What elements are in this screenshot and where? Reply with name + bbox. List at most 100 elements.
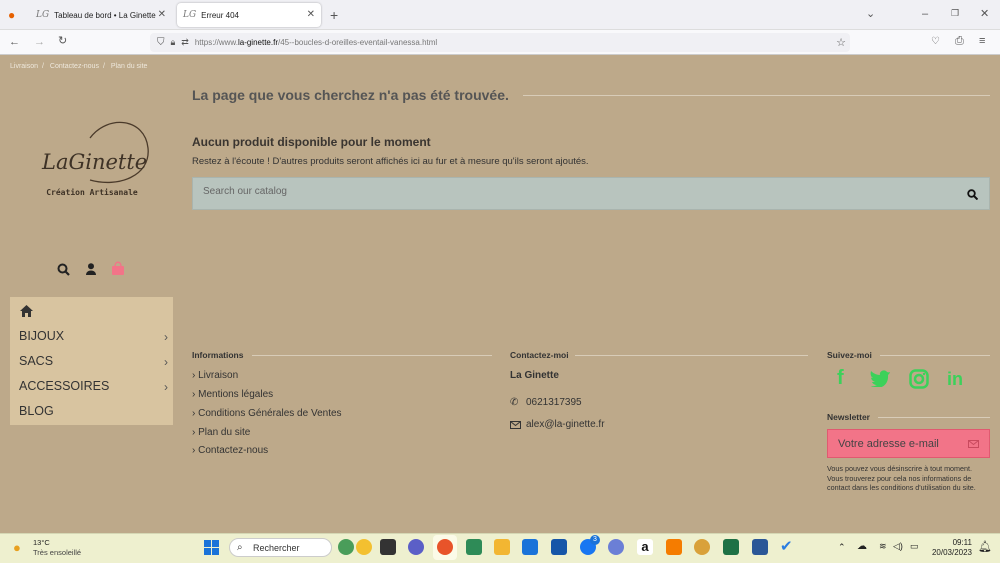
calendar-icon[interactable] <box>551 539 567 555</box>
app-icon[interactable] <box>608 539 624 555</box>
photos-icon[interactable] <box>466 539 482 555</box>
contact-phone[interactable]: 0621317395 <box>526 397 582 408</box>
restore-icon[interactable]: ❐ <box>951 9 959 18</box>
search-icon[interactable] <box>57 263 70 276</box>
footer-link[interactable]: › Contactez-nous <box>192 445 268 456</box>
widgets-icon[interactable] <box>338 539 354 555</box>
logo-name: LaGinette <box>42 150 148 174</box>
footer-divider <box>575 355 808 356</box>
newsletter-title: Newsletter <box>827 412 870 422</box>
page-title: La page que vous cherchez n'a pas été tr… <box>192 87 509 103</box>
shield-icon[interactable]: ⛉ <box>157 37 165 48</box>
volume-icon[interactable]: ◁) <box>893 541 903 552</box>
chevron-right-icon[interactable]: › <box>164 330 168 344</box>
taskbar-search-label: Rechercher <box>253 543 300 553</box>
logo-tagline: Création Artisanale <box>46 188 138 197</box>
tab-list-icon[interactable]: ⌄ <box>866 9 875 20</box>
newsletter-email-input[interactable]: Votre adresse e-mail <box>827 429 990 458</box>
main-menu: BIJOUX › SACS › ACCESSOIRES › BLOG <box>10 297 173 425</box>
menu-item-sacs[interactable]: SACS <box>19 354 53 368</box>
bookmark-star-icon[interactable]: ☆ <box>836 36 846 49</box>
linkedin-icon[interactable]: in <box>947 369 963 390</box>
newsletter-placeholder: Votre adresse e-mail <box>838 438 939 450</box>
search-input[interactable] <box>203 186 903 197</box>
pocket-icon[interactable]: ♡ <box>931 37 940 47</box>
lock-icon[interactable]: 🔒︎ <box>171 37 176 48</box>
file-explorer-icon[interactable] <box>494 539 510 555</box>
close-tab-icon[interactable]: ✕ <box>158 9 166 20</box>
site-logo[interactable]: LaGinette Création Artisanale <box>30 110 160 200</box>
onedrive-icon[interactable]: ☁ <box>857 541 867 552</box>
contact-name: La Ginette <box>510 370 559 381</box>
footer-link[interactable]: › Livraison <box>192 370 238 381</box>
footer-link[interactable]: › Conditions Générales de Ventes <box>192 408 342 419</box>
breadcrumb-link[interactable]: Contactez-nous <box>50 63 99 70</box>
user-icon[interactable] <box>86 263 96 275</box>
url-bar[interactable]: ⛉ 🔒︎ ⇄ https://www. la-ginette.fr/45--bou… <box>150 33 850 52</box>
windows-start-icon[interactable] <box>204 540 219 555</box>
menu-item-blog[interactable]: BLOG <box>19 404 54 418</box>
notifications-bell-icon[interactable]: 🔔︎ <box>978 540 992 553</box>
new-tab-icon[interactable]: + <box>330 8 338 22</box>
home-icon[interactable] <box>20 305 33 317</box>
copilot-icon[interactable] <box>356 539 372 555</box>
word-icon[interactable] <box>752 539 768 555</box>
mail-icon[interactable] <box>522 539 538 555</box>
back-icon[interactable]: ← <box>9 37 20 48</box>
task-view-icon[interactable] <box>380 539 396 555</box>
tab-error-404[interactable]: LG Erreur 404 ✕ <box>177 3 321 27</box>
tab-logo: LG <box>36 10 50 20</box>
game-app-icon[interactable] <box>694 539 710 555</box>
todo-icon[interactable]: ✔ <box>780 537 793 555</box>
taskbar-search-box[interactable]: ⌕ Rechercher <box>229 538 332 557</box>
twitter-icon[interactable] <box>870 370 890 387</box>
search-submit-icon[interactable] <box>967 189 978 200</box>
menu-item-accessoires[interactable]: ACCESSOIRES <box>19 379 109 393</box>
newsletter-note: Vous pouvez vous désinscrire à tout mome… <box>827 464 976 492</box>
footer-social-title: Suivez-moi <box>827 350 872 360</box>
permissions-icon[interactable]: ⇄ <box>181 37 189 48</box>
chevron-right-icon[interactable]: › <box>164 355 168 369</box>
battery-icon[interactable]: ▭ <box>910 541 919 552</box>
instagram-icon[interactable] <box>909 369 929 389</box>
envelope-icon[interactable] <box>968 440 979 448</box>
taskbar-search-icon: ⌕ <box>237 542 243 553</box>
minimize-icon[interactable]: – <box>922 9 928 20</box>
facebook-icon[interactable]: f <box>837 367 844 390</box>
close-tab-icon[interactable]: ✕ <box>307 9 315 20</box>
weather-desc: Très ensoleillé <box>33 548 82 557</box>
clock-time[interactable]: 09:11 <box>930 538 972 547</box>
firefox-menu-icon[interactable]: ● <box>8 9 15 21</box>
chevron-right-icon[interactable]: › <box>164 380 168 394</box>
app-menu-icon[interactable]: ≡ <box>979 36 985 47</box>
window-close-icon[interactable]: ✕ <box>980 9 989 20</box>
footer-divider <box>252 355 492 356</box>
browser-tab-bar: ● LG Tableau de bord • La Ginette ✕ LG E… <box>0 0 1000 30</box>
amazon-icon[interactable]: a <box>637 539 653 555</box>
cart-icon[interactable] <box>111 261 125 275</box>
orange-app-icon[interactable] <box>666 539 682 555</box>
excel-icon[interactable] <box>723 539 739 555</box>
weather-sun-icon[interactable]: ● <box>13 540 21 555</box>
tray-chevron-up-icon[interactable]: ⌃ <box>838 542 846 553</box>
teams-chat-icon[interactable] <box>408 539 424 555</box>
url-domain: la-ginette.fr <box>237 38 278 47</box>
menu-item-bijoux[interactable]: BIJOUX <box>19 329 64 343</box>
breadcrumb-link[interactable]: Livraison <box>10 63 38 70</box>
footer-link[interactable]: › Mentions légales <box>192 389 273 400</box>
clock-date[interactable]: 20/03/2023 <box>926 548 972 557</box>
breadcrumb-link[interactable]: Plan du site <box>111 63 148 70</box>
firefox-taskbar-icon[interactable] <box>437 539 453 555</box>
title-divider <box>523 95 990 96</box>
weather-temp[interactable]: 13°C <box>33 538 50 547</box>
footer-divider <box>878 417 990 418</box>
tab-dashboard[interactable]: LG Tableau de bord • La Ginette ✕ <box>30 3 172 27</box>
extensions-icon[interactable]: ⎙ <box>955 36 964 47</box>
footer-informations-title: Informations <box>192 350 244 360</box>
reload-icon[interactable]: ↻ <box>58 36 67 47</box>
wifi-icon[interactable]: ≋ <box>879 541 887 552</box>
footer-link[interactable]: › Plan du site <box>192 427 250 438</box>
contact-email[interactable]: alex@la-ginette.fr <box>526 419 605 430</box>
footer-contact-title: Contactez-moi <box>510 350 569 360</box>
forward-icon[interactable]: → <box>34 37 45 48</box>
